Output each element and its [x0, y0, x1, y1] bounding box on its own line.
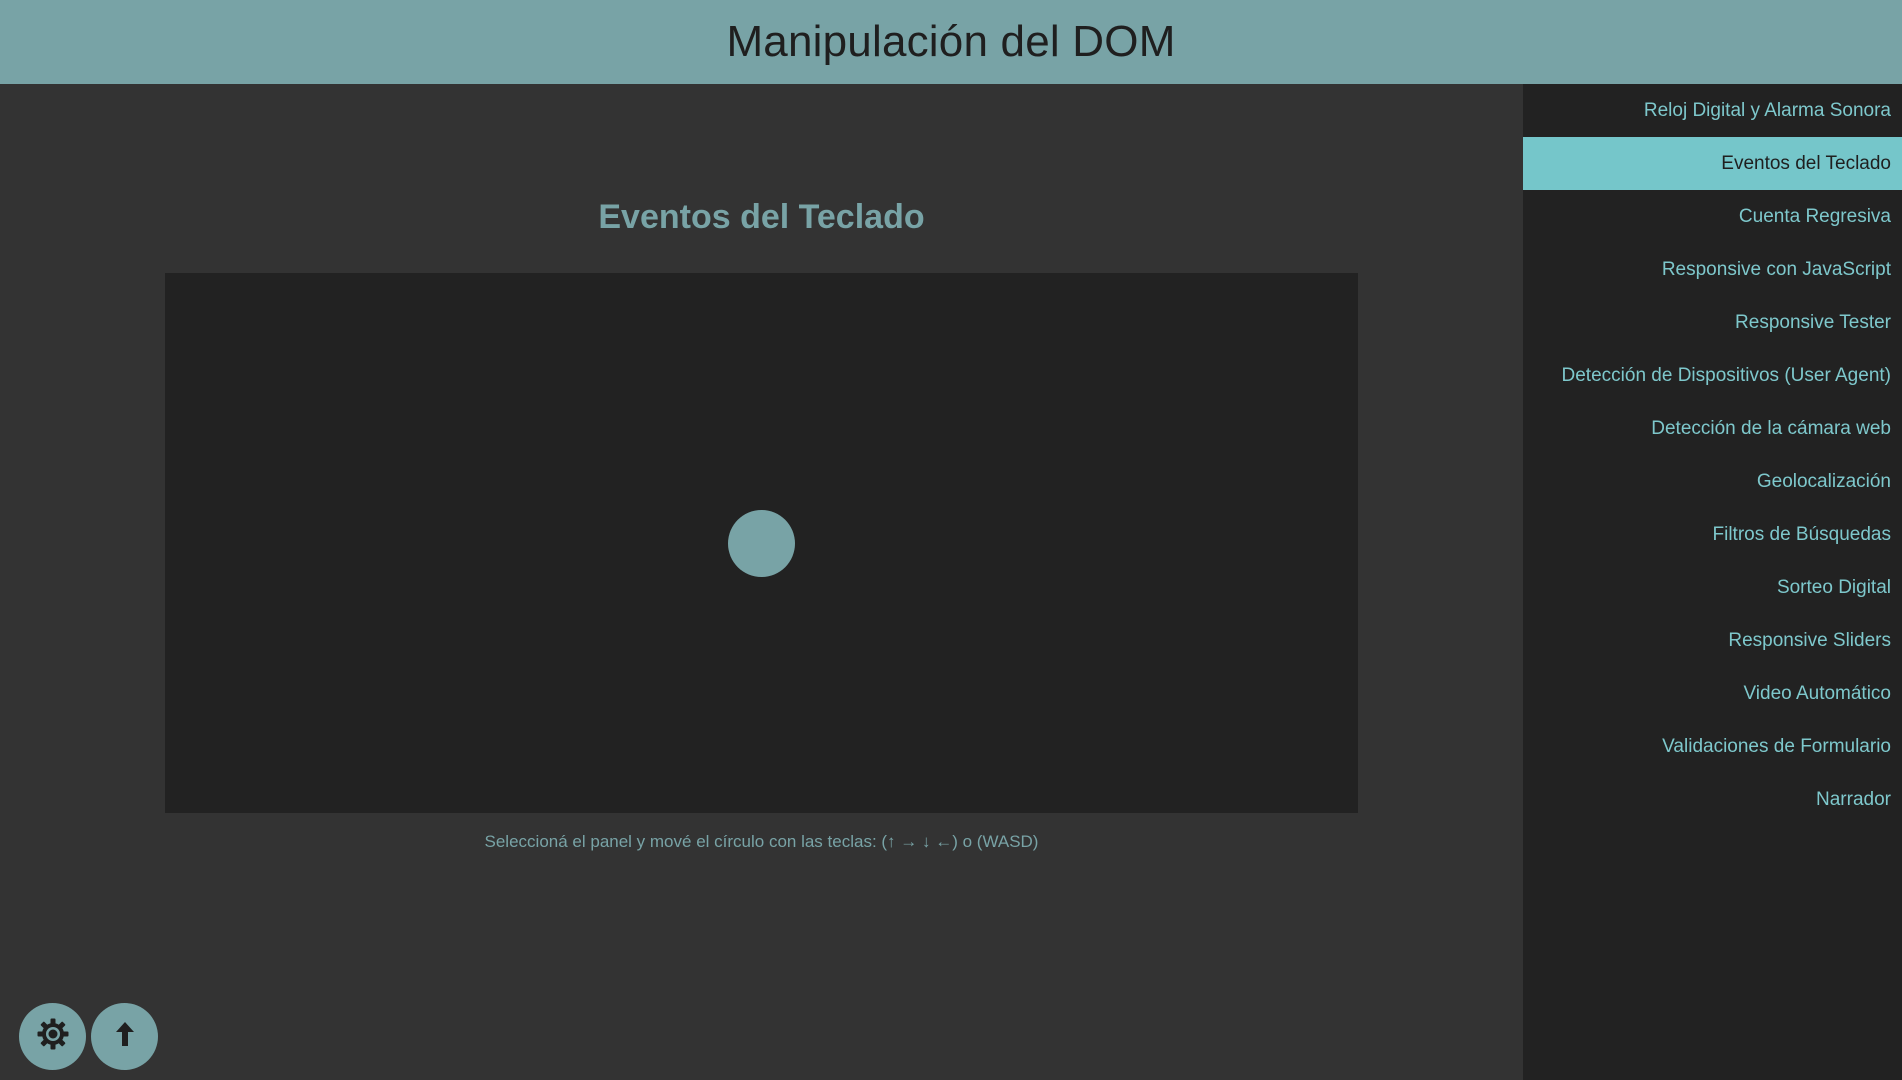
- instructions-text: Seleccioná el panel y mové el círculo co…: [484, 832, 1039, 851]
- sidebar-item-eventos-teclado[interactable]: Eventos del Teclado: [1523, 137, 1902, 190]
- sidebar-menu: Reloj Digital y Alarma Sonora Eventos de…: [1523, 84, 1902, 1080]
- keyboard-stage[interactable]: [165, 273, 1358, 813]
- sidebar-item-responsive-sliders[interactable]: Responsive Sliders: [1523, 614, 1902, 667]
- sidebar-item-sorteo-digital[interactable]: Sorteo Digital: [1523, 561, 1902, 614]
- gear-icon: [35, 1016, 71, 1057]
- sidebar-item-geolocalizacion[interactable]: Geolocalización: [1523, 455, 1902, 508]
- scroll-top-button[interactable]: [91, 1003, 158, 1070]
- sidebar-item-camara-web[interactable]: Detección de la cámara web: [1523, 402, 1902, 455]
- theme-toggle-button[interactable]: [19, 1003, 86, 1070]
- sidebar-item-narrador[interactable]: Narrador: [1523, 773, 1902, 826]
- page-header: Manipulación del DOM: [0, 0, 1902, 84]
- sidebar-item-video-automatico[interactable]: Video Automático: [1523, 667, 1902, 720]
- sidebar-item-reloj-digital[interactable]: Reloj Digital y Alarma Sonora: [1523, 84, 1902, 137]
- sidebar-item-user-agent[interactable]: Detección de Dispositivos (User Agent): [1523, 349, 1902, 402]
- sidebar-item-responsive-tester[interactable]: Responsive Tester: [1523, 296, 1902, 349]
- sidebar-item-validaciones-formulario[interactable]: Validaciones de Formulario: [1523, 720, 1902, 773]
- arrow-up-icon: [110, 1019, 140, 1054]
- sidebar-item-responsive-javascript[interactable]: Responsive con JavaScript: [1523, 243, 1902, 296]
- main-content: Eventos del Teclado Seleccioná el panel …: [0, 84, 1523, 1080]
- section-title: Eventos del Teclado: [598, 198, 925, 236]
- sidebar-item-filtros-busquedas[interactable]: Filtros de Búsquedas: [1523, 508, 1902, 561]
- sidebar-item-cuenta-regresiva[interactable]: Cuenta Regresiva: [1523, 190, 1902, 243]
- page-title: Manipulación del DOM: [726, 17, 1176, 66]
- movable-ball[interactable]: [728, 510, 795, 577]
